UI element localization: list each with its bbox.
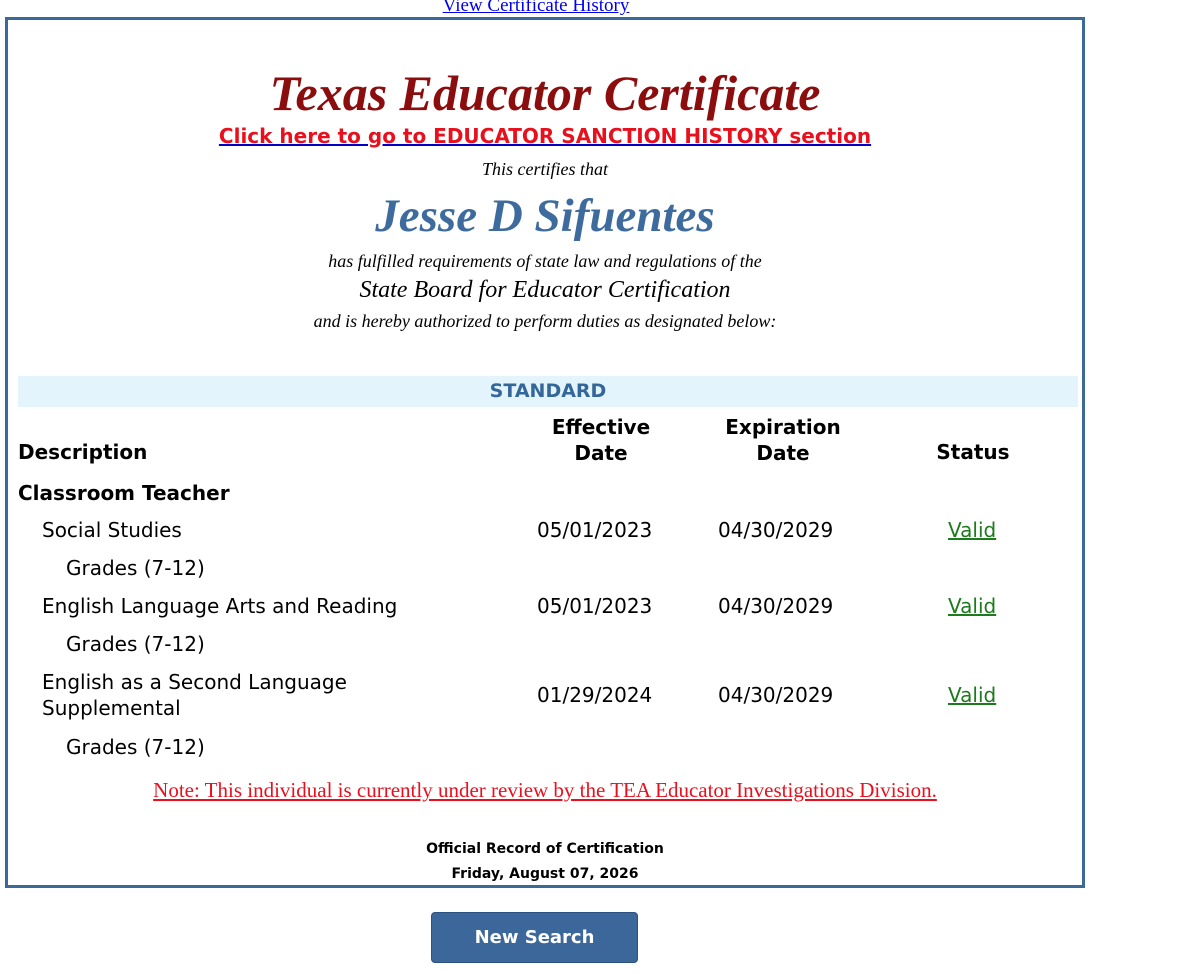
row-status-link[interactable]: Valid — [948, 517, 996, 543]
header-effective: Effective Date — [521, 414, 681, 466]
row-grades: Grades (7-12) — [66, 735, 205, 759]
investigation-note: Note: This individual is currently under… — [153, 778, 937, 802]
fulfilled-text: has fulfilled requirements of state law … — [328, 251, 762, 271]
authorized-text: and is hereby authorized to perform duti… — [313, 311, 777, 331]
view-certificate-history: View Certificate History — [0, 0, 1072, 17]
row-subject-line1: English as a Second Language — [42, 670, 347, 694]
row-status-link[interactable]: Valid — [948, 593, 996, 619]
row-expiration-date: 04/30/2029 — [718, 683, 834, 707]
row-subject: Social Studies — [42, 518, 182, 542]
certificate-panel: Texas Educator Certificate Click here to… — [5, 17, 1085, 888]
new-search-button[interactable]: New Search — [431, 912, 638, 963]
certifies-text: This certifies that — [482, 159, 608, 179]
row-subject-line2: Supplemental — [42, 696, 181, 720]
header-expiration: Expiration Date — [698, 414, 868, 466]
row-effective-date: 05/01/2023 — [537, 594, 653, 618]
row-grades: Grades (7-12) — [66, 556, 205, 580]
row-effective-date: 01/29/2024 — [537, 683, 653, 707]
board-text: State Board for Educator Certification — [359, 277, 731, 303]
row-expiration-date: 04/30/2029 — [718, 518, 834, 542]
row-status-link[interactable]: Valid — [948, 682, 996, 708]
view-certificate-history-link[interactable]: View Certificate History — [443, 0, 630, 16]
sanction-history: Click here to go to EDUCATOR SANCTION HI… — [8, 124, 1082, 148]
sanction-history-link[interactable]: Click here to go to EDUCATOR SANCTION HI… — [219, 124, 871, 148]
row-grades: Grades (7-12) — [66, 632, 205, 656]
header-expiration-line2: Date — [756, 441, 810, 465]
row-expiration-date: 04/30/2029 — [718, 594, 834, 618]
educator-name: Jesse D Sifuentes — [375, 190, 715, 242]
header-effective-line1: Effective — [551, 415, 651, 439]
row-subject: English Language Arts and Reading — [42, 594, 398, 618]
standard-section-header: STANDARD — [18, 376, 1078, 407]
row-effective-date: 05/01/2023 — [537, 518, 653, 542]
certificate-title: Texas Educator Certificate — [269, 65, 821, 121]
official-record-label: Official Record of Certification — [426, 841, 664, 857]
record-date: Friday, August 07, 2026 — [451, 866, 639, 882]
category-classroom-teacher: Classroom Teacher — [18, 481, 230, 505]
header-status: Status — [936, 440, 1010, 464]
header-description: Description — [18, 440, 148, 464]
header-effective-line2: Date — [574, 441, 628, 465]
header-expiration-line1: Expiration — [725, 415, 841, 439]
row-subject: English as a Second Language Supplementa… — [42, 669, 347, 721]
